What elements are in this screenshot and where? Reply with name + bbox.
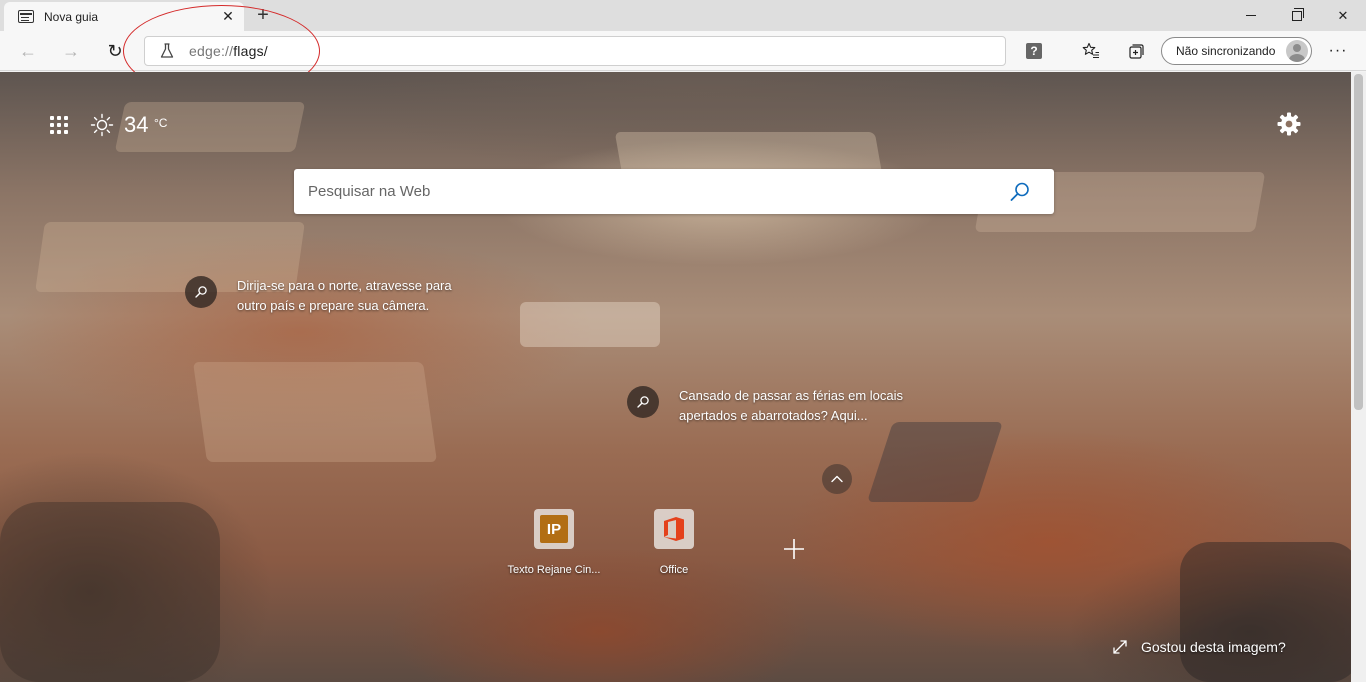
apps-grid-dot bbox=[64, 130, 68, 134]
address-path: flags/ bbox=[233, 43, 268, 59]
favorites-star-icon bbox=[1082, 42, 1099, 59]
tab-close-icon[interactable]: ✕ bbox=[216, 7, 240, 27]
address-bar[interactable]: edge://flags/ bbox=[144, 36, 1006, 66]
scrollbar-thumb[interactable] bbox=[1354, 74, 1363, 410]
minimize-icon bbox=[1246, 15, 1256, 16]
story-search-icon bbox=[627, 386, 659, 418]
apps-grid-dot bbox=[57, 116, 61, 120]
browser-toolbar: ← → ↻ edge://flags/ ? Não sincronizando … bbox=[0, 31, 1366, 71]
profile-label: Não sincronizando bbox=[1176, 44, 1276, 58]
apps-grid-dot bbox=[57, 130, 61, 134]
expand-icon bbox=[1113, 640, 1127, 654]
temperature-unit: °C bbox=[154, 116, 168, 130]
temperature-value[interactable]: 34 bbox=[124, 112, 148, 138]
apps-grid-icon[interactable] bbox=[50, 116, 68, 134]
collapse-button[interactable] bbox=[822, 464, 852, 494]
restore-button[interactable] bbox=[1274, 0, 1320, 31]
collections-button[interactable] bbox=[1120, 35, 1152, 67]
refresh-button[interactable]: ↻ bbox=[99, 35, 131, 67]
address-text: edge://flags/ bbox=[189, 43, 268, 59]
background-rock bbox=[192, 362, 438, 462]
new-tab-page: 34 °C Pesquisar na Web Dirija-se para o … bbox=[0, 72, 1351, 682]
apps-grid-dot bbox=[50, 123, 54, 127]
avatar bbox=[1286, 40, 1308, 62]
search-icon[interactable] bbox=[1008, 180, 1032, 204]
tile-icon-frame bbox=[654, 509, 694, 549]
tile-label: Office bbox=[659, 564, 689, 576]
tab-title: Nova guia bbox=[44, 9, 99, 24]
settings-more-button[interactable]: ··· bbox=[1322, 35, 1354, 67]
like-image-label: Gostou desta imagem? bbox=[1141, 639, 1286, 655]
close-window-button[interactable]: ✕ bbox=[1320, 0, 1366, 31]
quick-link-tile[interactable]: Office bbox=[619, 509, 729, 576]
vertical-scrollbar[interactable] bbox=[1351, 72, 1366, 682]
add-quick-link-icon[interactable] bbox=[781, 536, 807, 562]
story-text: Dirija-se para o norte, atravesse para o… bbox=[237, 278, 452, 313]
story-search-icon bbox=[185, 276, 217, 308]
tab-strip: Nova guia ✕ + ✕ bbox=[0, 0, 1366, 31]
background-rock bbox=[520, 302, 660, 347]
flask-icon bbox=[159, 43, 175, 59]
help-button[interactable]: ? bbox=[1018, 35, 1050, 67]
back-button[interactable]: ← bbox=[12, 35, 44, 67]
apps-grid-dot bbox=[50, 116, 54, 120]
address-scheme: edge:// bbox=[189, 43, 234, 59]
tile-label: Texto Rejane Cin... bbox=[507, 564, 601, 576]
background-rock bbox=[0, 502, 220, 682]
apps-grid-dot bbox=[64, 116, 68, 120]
background-rock bbox=[1180, 542, 1351, 682]
forward-button[interactable]: → bbox=[55, 35, 87, 67]
new-tab-button[interactable]: + bbox=[250, 3, 276, 27]
favorites-button[interactable] bbox=[1075, 35, 1107, 67]
search-placeholder: Pesquisar na Web bbox=[308, 183, 431, 200]
tab-nova-guia[interactable]: Nova guia ✕ bbox=[4, 2, 244, 31]
chevron-up-icon bbox=[831, 475, 843, 483]
tile-icon-frame: IP bbox=[534, 509, 574, 549]
apps-grid-dot bbox=[64, 123, 68, 127]
sun-icon[interactable] bbox=[90, 113, 114, 137]
background-rock bbox=[867, 422, 1003, 502]
profile-button[interactable]: Não sincronizando bbox=[1161, 37, 1312, 65]
like-image-link[interactable]: Gostou desta imagem? bbox=[1112, 639, 1286, 655]
page-icon bbox=[18, 10, 34, 23]
office-logo-icon bbox=[664, 517, 684, 541]
gear-icon[interactable] bbox=[1276, 111, 1302, 137]
image-story-hint[interactable]: Dirija-se para o norte, atravesse para o… bbox=[185, 276, 477, 316]
story-text: Cansado de passar as férias em locais ap… bbox=[679, 388, 904, 423]
help-icon: ? bbox=[1026, 43, 1042, 59]
restore-icon bbox=[1292, 7, 1304, 21]
ip-logo-icon: IP bbox=[540, 515, 568, 543]
image-story-hint[interactable]: Cansado de passar as férias em locais ap… bbox=[627, 386, 919, 426]
web-search-box[interactable]: Pesquisar na Web bbox=[294, 169, 1054, 214]
collections-icon bbox=[1129, 44, 1144, 59]
apps-grid-dot bbox=[57, 123, 61, 127]
minimize-button[interactable] bbox=[1228, 0, 1274, 31]
apps-grid-dot bbox=[50, 130, 54, 134]
quick-link-tile[interactable]: IP Texto Rejane Cin... bbox=[499, 509, 609, 576]
